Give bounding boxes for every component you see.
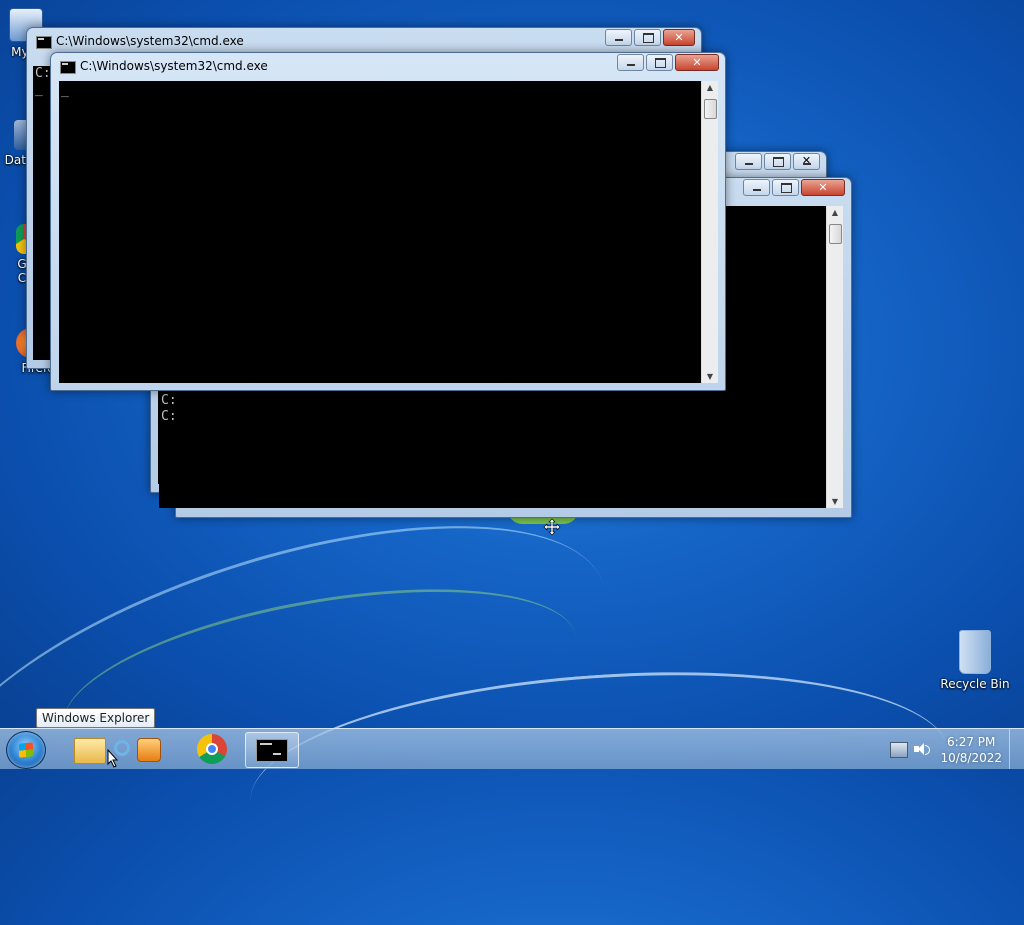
window-controls (605, 29, 695, 46)
start-button[interactable] (6, 731, 46, 769)
taskbar-item-windows-explorer[interactable] (70, 732, 108, 766)
window-title: C:\Windows\system32\cmd.exe (56, 34, 244, 48)
media-player-icon (137, 738, 161, 762)
scroll-down-arrow[interactable]: ▼ (827, 497, 843, 506)
close-button[interactable] (801, 179, 845, 196)
scroll-down-arrow[interactable]: ▼ (702, 372, 718, 381)
close-button[interactable]: ✕ (793, 153, 820, 170)
taskbar-item-command-prompt[interactable] (245, 732, 299, 768)
window-controls (743, 179, 845, 196)
taskbar-item-chrome[interactable] (190, 732, 234, 766)
mouse-cursor-icon (107, 749, 119, 768)
system-clock[interactable]: 6:27 PM 10/8/2022 (940, 734, 1002, 766)
move-cursor-icon (543, 518, 561, 536)
minimize-button[interactable] (735, 153, 762, 170)
cmd-icon (60, 61, 76, 74)
chrome-icon (197, 734, 227, 764)
taskbar-tooltip: Windows Explorer (36, 708, 156, 728)
window-controls (617, 54, 719, 71)
close-button[interactable] (663, 29, 695, 46)
recycle-bin-icon (959, 630, 991, 674)
desktop-icon-recycle-bin[interactable]: Recycle Bin (940, 630, 1010, 691)
scroll-thumb[interactable] (704, 99, 717, 119)
window-controls: ✕ (735, 153, 820, 170)
taskbar: 6:27 PM 10/8/2022 (0, 728, 1024, 769)
vertical-scrollbar[interactable]: ▲ ▼ (701, 81, 718, 383)
maximize-button[interactable] (646, 54, 673, 71)
maximize-button[interactable] (764, 153, 791, 170)
clock-date: 10/8/2022 (940, 751, 1002, 765)
scroll-up-arrow[interactable]: ▲ (702, 83, 718, 92)
taskbar-item-media-player[interactable] (134, 732, 164, 766)
scroll-thumb[interactable] (829, 224, 842, 244)
cmd-icon (36, 36, 52, 49)
window-title: C:\Windows\system32\cmd.exe (80, 59, 268, 73)
clock-time: 6:27 PM (947, 735, 996, 749)
maximize-button[interactable] (772, 179, 799, 196)
vertical-scrollbar[interactable]: ▲ ▼ (826, 206, 843, 508)
console-area[interactable]: _ (59, 81, 702, 383)
volume-icon[interactable] (914, 742, 930, 756)
show-desktop-button[interactable] (1009, 729, 1024, 769)
close-button[interactable] (675, 54, 719, 71)
cmd-icon (256, 739, 288, 762)
folder-icon (74, 738, 106, 764)
network-icon[interactable] (890, 742, 908, 758)
minimize-button[interactable] (605, 29, 632, 46)
scroll-up-arrow[interactable]: ▲ (827, 208, 843, 217)
maximize-button[interactable] (634, 29, 661, 46)
cmd-window-active[interactable]: C:\Windows\system32\cmd.exe _ ▲ ▼ (50, 52, 726, 391)
minimize-button[interactable] (743, 179, 770, 196)
minimize-button[interactable] (617, 54, 644, 71)
